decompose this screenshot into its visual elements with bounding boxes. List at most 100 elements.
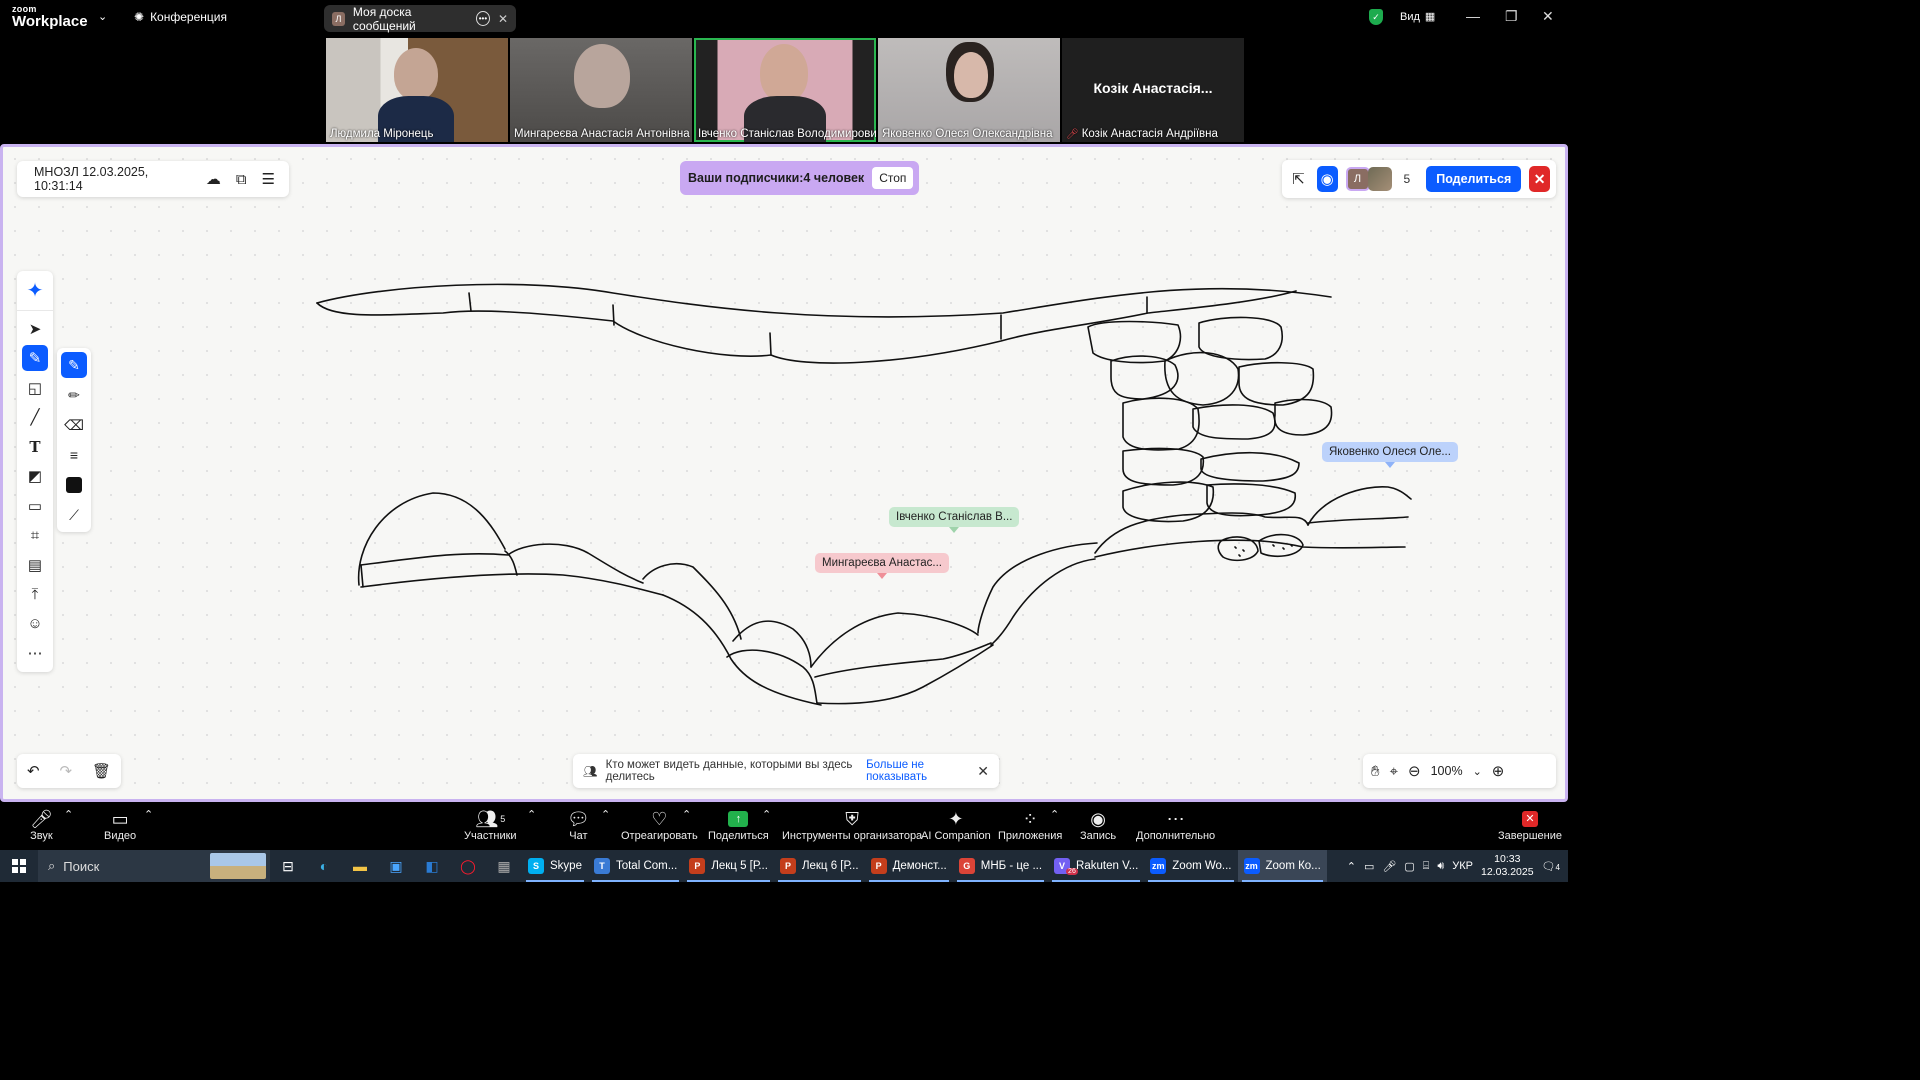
chevron-up-icon[interactable]: ⌃ [64, 808, 73, 821]
more-button[interactable]: ⋯ Дополнительно [1136, 808, 1215, 842]
whiteboard-drawing[interactable] [3, 147, 1565, 799]
template-icon[interactable]: ▤ [17, 550, 53, 580]
follow-view-icon[interactable]: ◉ [1316, 166, 1338, 192]
hide-cursors-icon[interactable]: ⇱ [1288, 166, 1309, 192]
magic-pen-icon[interactable]: ⟋ [57, 500, 91, 530]
share-board-button[interactable]: Поделиться [1426, 166, 1522, 192]
close-window-icon[interactable]: ✕ [1542, 8, 1554, 25]
pen-tool-button[interactable]: ✎ [17, 344, 53, 374]
taskbar-app[interactable]: T Total Com... [588, 850, 683, 882]
taskbar-app[interactable]: G МНБ - це ... [953, 850, 1048, 882]
comment-icon[interactable]: ▭ [17, 491, 53, 521]
view-button[interactable]: Вид ▦ [1400, 10, 1435, 24]
display-icon[interactable]: ▢ [1404, 860, 1414, 873]
outlook-icon[interactable]: ◧ [414, 850, 450, 882]
close-icon[interactable]: ✕ [498, 12, 508, 26]
color-swatch[interactable] [57, 470, 91, 500]
undo-icon[interactable]: ↶ [27, 762, 40, 780]
stroke-width-icon[interactable]: ≡ [57, 440, 91, 470]
video-tile[interactable]: Мингареєва Анастасія Антонівна [510, 38, 692, 142]
cloud-saved-icon[interactable]: ☁ [206, 170, 221, 188]
menu-icon[interactable]: ☰ [262, 170, 275, 188]
emoji-icon[interactable]: ☺ [17, 609, 53, 639]
store-icon[interactable]: ▣ [378, 850, 414, 882]
start-button[interactable] [0, 850, 38, 882]
more-icon[interactable]: ⋯ [17, 639, 53, 669]
video-tile-active-speaker[interactable]: Івченко Станіслав Володимирович. [694, 38, 876, 142]
taskbar-app[interactable]: P Демонст... [865, 850, 953, 882]
share-screen-button[interactable]: ↑ Поделиться [708, 808, 769, 842]
zoom-logo[interactable]: zoom Workplace [12, 5, 88, 30]
text-icon[interactable]: T [17, 432, 53, 462]
video-tile[interactable]: Козік Анастасія... 🎤︎ Козік Анастасія Анд… [1062, 38, 1244, 142]
task-view-icon[interactable]: ⊟ [270, 850, 306, 882]
opera-icon[interactable]: ◯ [450, 850, 486, 882]
eraser-icon[interactable]: ⌫ [57, 410, 91, 440]
volume-icon[interactable]: 🔊︎ [1437, 860, 1444, 873]
chevron-up-icon[interactable]: ⌃ [682, 808, 691, 821]
map-pin-icon[interactable]: ⌖ [1390, 763, 1398, 780]
taskbar-app[interactable]: V 26 Rakuten V... [1048, 850, 1144, 882]
chevron-up-icon[interactable]: ⌃ [1347, 860, 1356, 873]
zoom-level[interactable]: 100% [1431, 764, 1463, 778]
chevron-up-icon[interactable]: ⌃ [762, 808, 771, 821]
whiteboard-canvas[interactable]: МНОЗЛ 12.03.2025, 10:31:14 ☁ ⧉ ☰ Ваши по… [0, 144, 1568, 802]
host-tools-button[interactable]: ⛨ Инструменты организатора [782, 808, 922, 842]
record-button[interactable]: ◉ Запись [1080, 808, 1116, 842]
language-indicator[interactable]: УКР [1452, 860, 1473, 872]
taskbar-app[interactable]: P Лекц 6 [Р... [774, 850, 865, 882]
taskbar-app[interactable]: zm Zoom Wo... [1144, 850, 1237, 882]
upload-icon[interactable]: ⤒ [17, 580, 53, 610]
ai-companion-button[interactable]: ✦ AI Companion [921, 808, 991, 842]
network-icon[interactable]: ⌸ [1423, 860, 1430, 873]
pen-option[interactable]: ✎ [57, 350, 91, 380]
close-icon[interactable]: ✕ [977, 763, 989, 780]
shapes-icon[interactable]: ◱ [17, 373, 53, 403]
trash-icon[interactable]: 🗑︎ [92, 762, 111, 780]
calculator-icon[interactable]: ▦ [486, 850, 522, 882]
frame-icon[interactable]: ⌗ [17, 521, 53, 551]
chevron-down-icon[interactable]: ⌄ [1473, 765, 1482, 778]
taskbar-app[interactable]: zm Zoom Ко... [1237, 850, 1327, 882]
notifications-icon[interactable]: 🗨︎4 [1542, 860, 1560, 873]
select-icon[interactable]: ➤ [17, 314, 53, 344]
chevron-down-icon[interactable]: ⌄ [98, 10, 107, 23]
chevron-up-icon[interactable]: ⌃ [1050, 808, 1059, 821]
video-tile[interactable]: Яковенко Олеся Олександрівна [878, 38, 1060, 142]
redo-icon[interactable]: ↷ [59, 762, 72, 780]
video-tile[interactable]: Людмила Міронець [326, 38, 508, 142]
taskbar-search[interactable]: ⌕ Поиск [38, 850, 270, 882]
clock[interactable]: 10:33 12.03.2025 [1481, 853, 1534, 879]
chevron-up-icon[interactable]: ⌃ [601, 808, 610, 821]
participants-button[interactable]: 👥︎ 5 Участники [464, 808, 517, 842]
minimize-icon[interactable]: — [1466, 8, 1480, 24]
audio-button[interactable]: 🎤︎ Звук [30, 808, 53, 842]
document-title[interactable]: МНОЗЛ 12.03.2025, 10:31:14 [34, 165, 191, 193]
pencil-icon[interactable]: ✏ [57, 380, 91, 410]
pages-icon[interactable]: ⧉ [236, 171, 247, 188]
close-board-icon[interactable]: ✕ [1529, 166, 1551, 192]
taskbar-app[interactable]: S Skype [522, 850, 588, 882]
security-shield-icon[interactable]: ✓ [1369, 9, 1383, 25]
whiteboard-tab[interactable]: Л Моя доска сообщений ••• ✕ [324, 5, 516, 33]
microphone-icon[interactable]: 🎤︎ [1382, 860, 1396, 873]
restore-icon[interactable]: ❐ [1505, 8, 1518, 25]
sticky-note-icon[interactable]: ◩ [17, 462, 53, 492]
video-button[interactable]: ▭ Видео [104, 808, 136, 842]
dont-show-again-link[interactable]: Больше не показывать [866, 759, 969, 783]
ai-companion-icon[interactable]: ✦ [17, 271, 53, 311]
zoom-out-icon[interactable]: ⊖ [1408, 762, 1421, 780]
end-meeting-button[interactable]: ✕ Завершение [1498, 808, 1562, 842]
zoom-tray-icon[interactable]: ▭ [1364, 860, 1374, 873]
edge-icon[interactable]: ◐ [306, 850, 342, 882]
file-explorer-icon[interactable]: ▬ [342, 850, 378, 882]
chevron-up-icon[interactable]: ⌃ [527, 808, 536, 821]
conference-tab[interactable]: ✺ Конференция [134, 10, 227, 24]
taskbar-app[interactable]: P Лекц 5 [Р... [683, 850, 774, 882]
chat-button[interactable]: 💬︎ Чат [567, 808, 590, 842]
collaborator-avatars[interactable]: Л [1345, 167, 1392, 191]
stop-button[interactable]: Стоп [872, 167, 914, 189]
hand-icon[interactable]: ✋︎ [1371, 763, 1380, 780]
chevron-up-icon[interactable]: ⌃ [144, 808, 153, 821]
zoom-in-icon[interactable]: ⊕ [1492, 762, 1505, 780]
